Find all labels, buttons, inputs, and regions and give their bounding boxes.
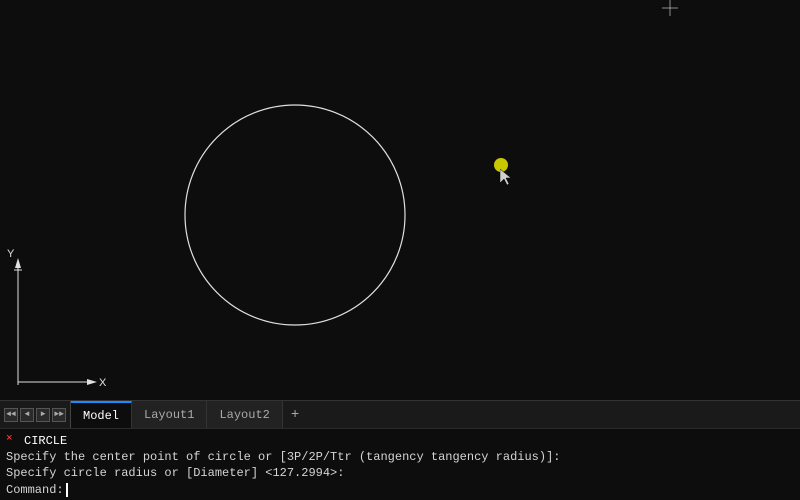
tab-layout2[interactable]: Layout2 — [207, 401, 282, 428]
tab-layout1[interactable]: Layout1 — [132, 401, 207, 428]
tab-model-label: Model — [83, 409, 119, 423]
tab-model[interactable]: Model — [71, 401, 132, 428]
tab-layout2-label: Layout2 — [219, 408, 269, 422]
circle-shape — [185, 105, 405, 325]
cmd-header-text: CIRCLE — [24, 433, 67, 449]
canvas-svg: Y X — [0, 0, 800, 400]
command-prompt-label: Command: — [6, 483, 64, 497]
tab-nav-controls: ◄◄ ◄ ► ►► — [0, 401, 71, 428]
canvas-area[interactable]: Y X — [0, 0, 800, 400]
command-input[interactable] — [66, 483, 266, 497]
cmd-line1: Specify the center point of circle or [3… — [6, 449, 794, 465]
cmd-line2: Specify circle radius or [Diameter] <127… — [6, 465, 794, 481]
tab-bar: ◄◄ ◄ ► ►► Model Layout1 Layout2 + — [0, 400, 800, 428]
svg-text:Y: Y — [7, 248, 15, 260]
tab-add-button[interactable]: + — [283, 401, 307, 428]
command-area: × CIRCLE Specify the center point of cir… — [0, 428, 800, 500]
tab-nav-next[interactable]: ► — [36, 408, 50, 422]
cmd-close-button[interactable]: × — [6, 433, 20, 447]
command-input-line: Command: — [6, 483, 794, 497]
tab-nav-last[interactable]: ►► — [52, 408, 66, 422]
svg-text:X: X — [99, 377, 107, 389]
tab-nav-first[interactable]: ◄◄ — [4, 408, 18, 422]
tab-nav-prev[interactable]: ◄ — [20, 408, 34, 422]
cmd-header-line: × CIRCLE — [6, 433, 794, 449]
tab-layout1-label: Layout1 — [144, 408, 194, 422]
